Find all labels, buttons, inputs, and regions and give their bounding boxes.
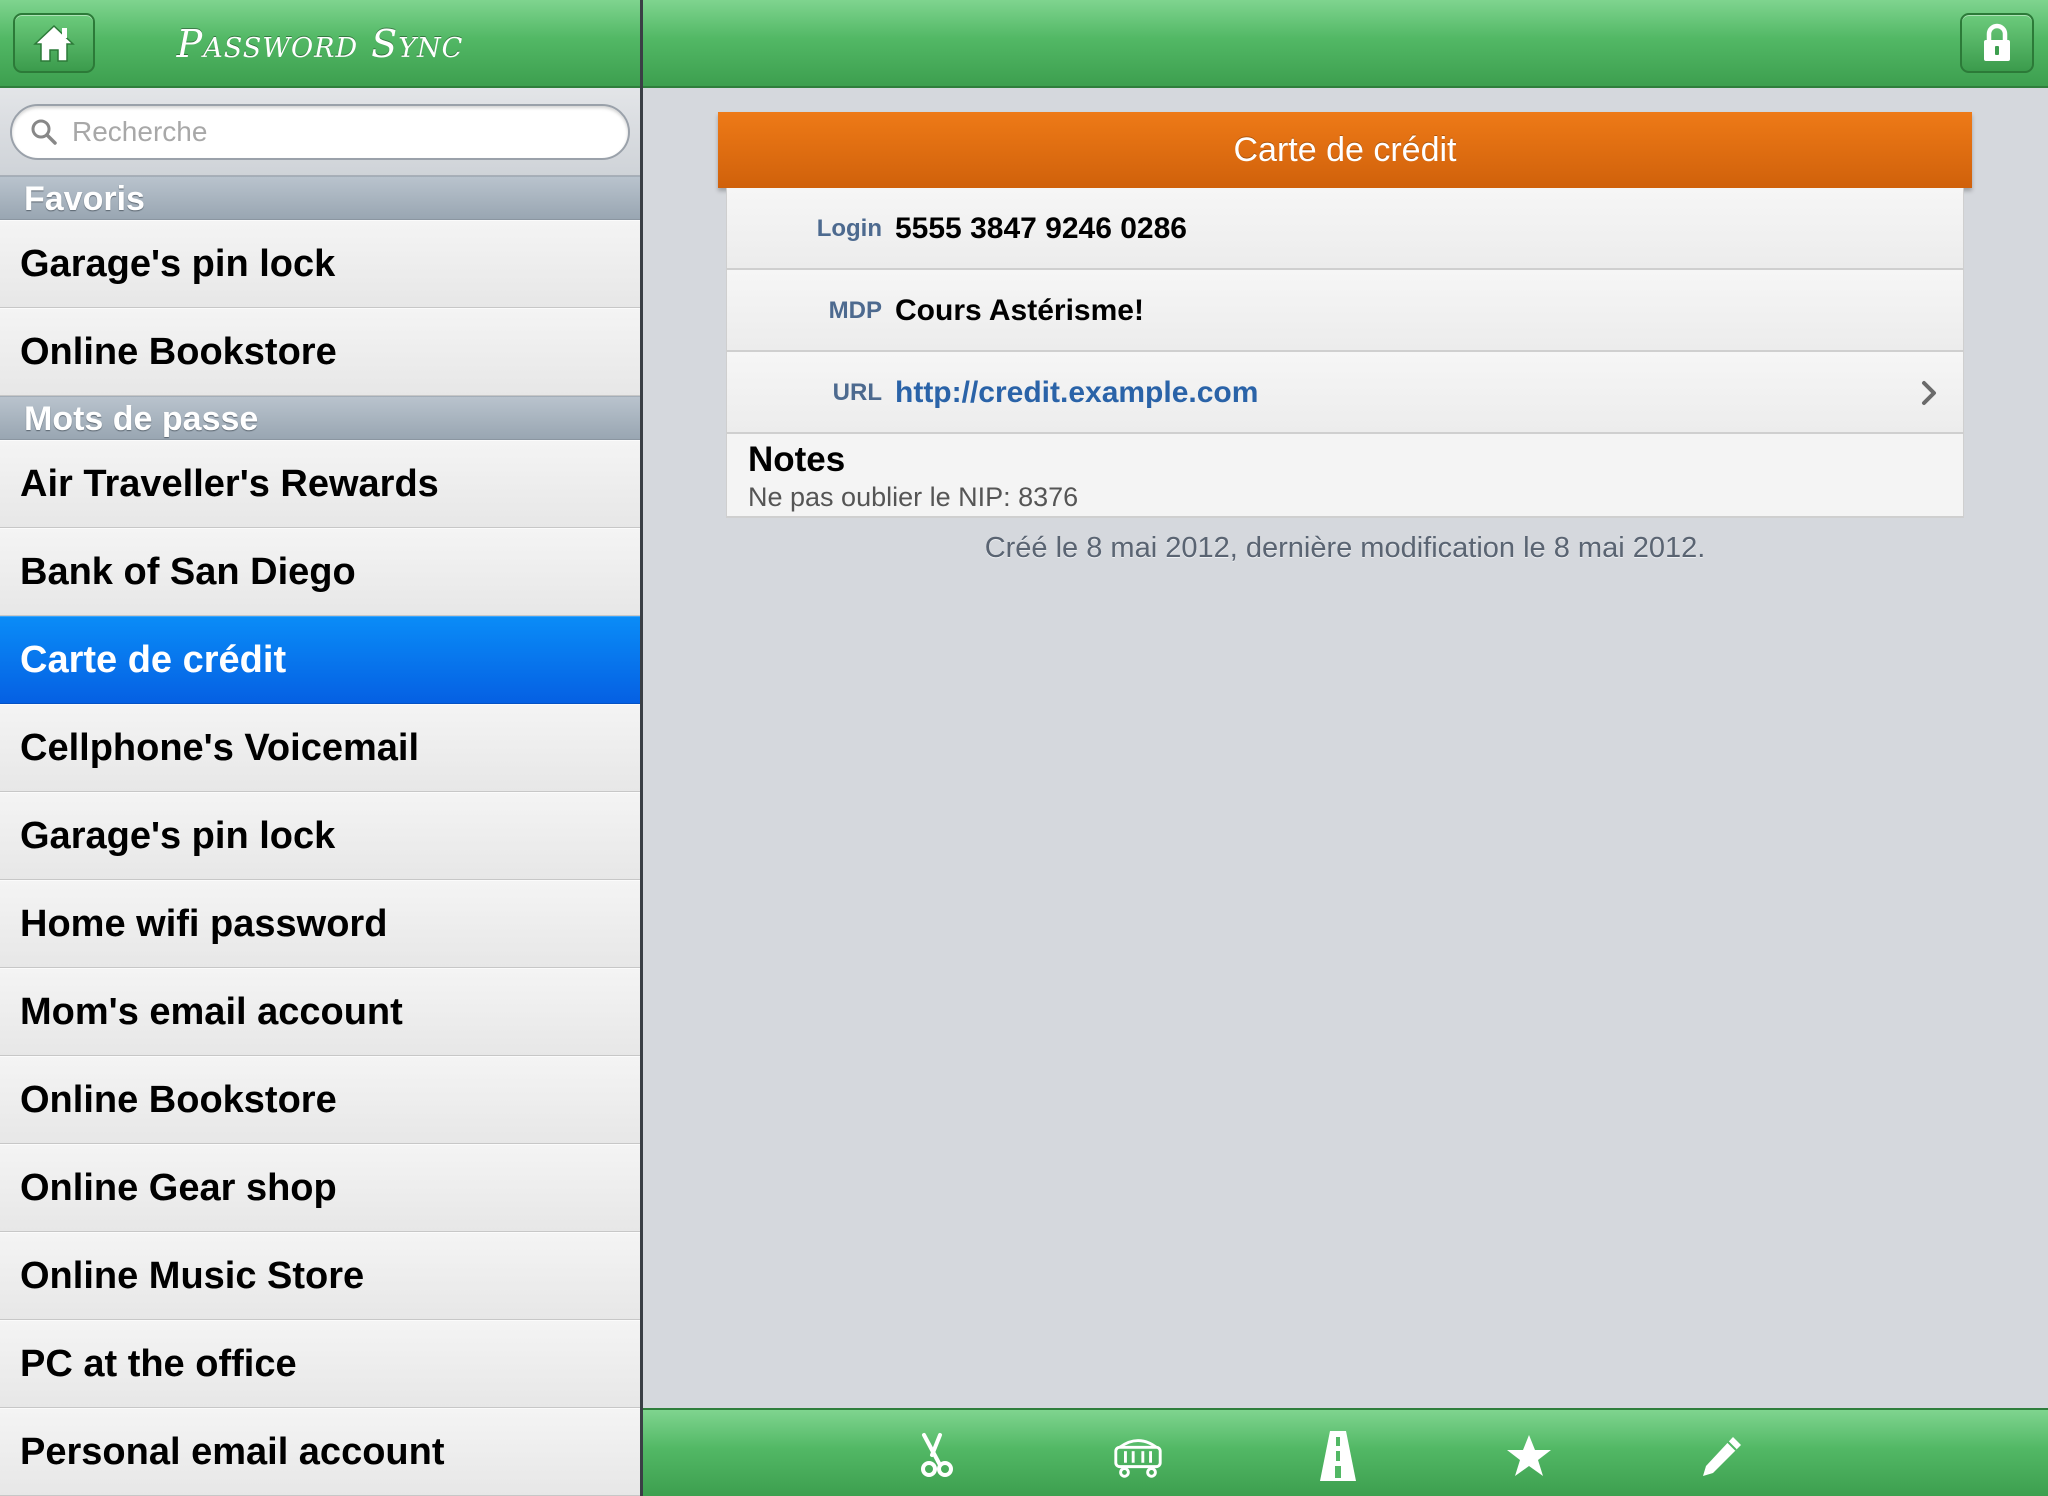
master-pane: Password Sync FavorisGarage's pin lockOn… — [0, 0, 640, 1496]
sync-icon — [1114, 1439, 1162, 1478]
star-icon — [1507, 1435, 1551, 1476]
url-link[interactable]: http://credit.example.com — [895, 352, 1258, 434]
road-button[interactable] — [1310, 1428, 1366, 1484]
password-row[interactable]: MDP Cours Astérisme! — [727, 270, 1963, 352]
notes-text: Ne pas oublier le NIP: 8376 — [748, 482, 1079, 512]
entry-detail-card: Login 5555 3847 9246 0286 MDP Cours Asté… — [726, 188, 1964, 518]
sync-button[interactable] — [1110, 1428, 1166, 1484]
favorite-button[interactable] — [1501, 1428, 1557, 1484]
app-title: Password Sync — [176, 22, 464, 66]
search-icon — [31, 119, 57, 145]
login-label: Login — [816, 215, 882, 242]
lock-button[interactable] — [1960, 13, 2034, 73]
scissors-icon — [921, 1433, 953, 1477]
home-icon — [33, 24, 75, 62]
scissors-button[interactable] — [907, 1428, 963, 1484]
list-item[interactable]: Online Music Store — [0, 1232, 640, 1320]
search-bar — [0, 88, 640, 176]
detail-navbar — [643, 0, 2048, 88]
road-icon — [1320, 1431, 1356, 1481]
password-value[interactable]: Cours Astérisme! — [895, 270, 1144, 352]
list-item[interactable]: Personal email account — [0, 1408, 640, 1496]
list-item[interactable]: Mom's email account — [0, 968, 640, 1056]
detail-pane: Carte de crédit Login 5555 3847 9246 028… — [643, 0, 2048, 1496]
list-item[interactable]: PC at the office — [0, 1320, 640, 1408]
list-item[interactable]: Online Bookstore — [0, 308, 640, 396]
notes-title: Notes — [748, 440, 846, 479]
list-item[interactable]: Online Bookstore — [0, 1056, 640, 1144]
home-button[interactable] — [13, 13, 95, 73]
login-row[interactable]: Login 5555 3847 9246 0286 — [727, 188, 1963, 270]
lock-icon — [1984, 23, 2010, 61]
list-item[interactable]: Home wifi password — [0, 880, 640, 968]
notes-block: Notes Ne pas oublier le NIP: 8376 — [727, 434, 1963, 518]
search-field[interactable] — [10, 104, 630, 160]
list-item[interactable]: Air Traveller's Rewards — [0, 440, 640, 528]
list-item[interactable]: Garage's pin lock — [0, 220, 640, 308]
list-item[interactable]: Online Gear shop — [0, 1144, 640, 1232]
list-item[interactable]: Garage's pin lock — [0, 792, 640, 880]
search-input[interactable] — [72, 116, 612, 148]
section-header: Favoris — [0, 176, 640, 220]
edit-button[interactable] — [1694, 1428, 1750, 1484]
list-item[interactable]: Carte de crédit — [0, 616, 640, 704]
entry-title-header: Carte de crédit — [718, 112, 1972, 188]
bottom-toolbar — [643, 1408, 2048, 1496]
url-label: URL — [832, 379, 882, 406]
list-item[interactable]: Bank of San Diego — [0, 528, 640, 616]
pencil-icon — [1703, 1437, 1741, 1476]
chevron-right-icon[interactable] — [1915, 378, 1943, 408]
login-value[interactable]: 5555 3847 9246 0286 — [895, 188, 1187, 270]
password-label: MDP — [828, 297, 882, 324]
master-navbar: Password Sync — [0, 0, 640, 88]
list-item[interactable]: Cellphone's Voicemail — [0, 704, 640, 792]
url-row[interactable]: URL http://credit.example.com — [727, 352, 1963, 434]
timestamps-footnote: Créé le 8 mai 2012, dernière modificatio… — [984, 532, 1706, 564]
section-header: Mots de passe — [0, 396, 640, 440]
